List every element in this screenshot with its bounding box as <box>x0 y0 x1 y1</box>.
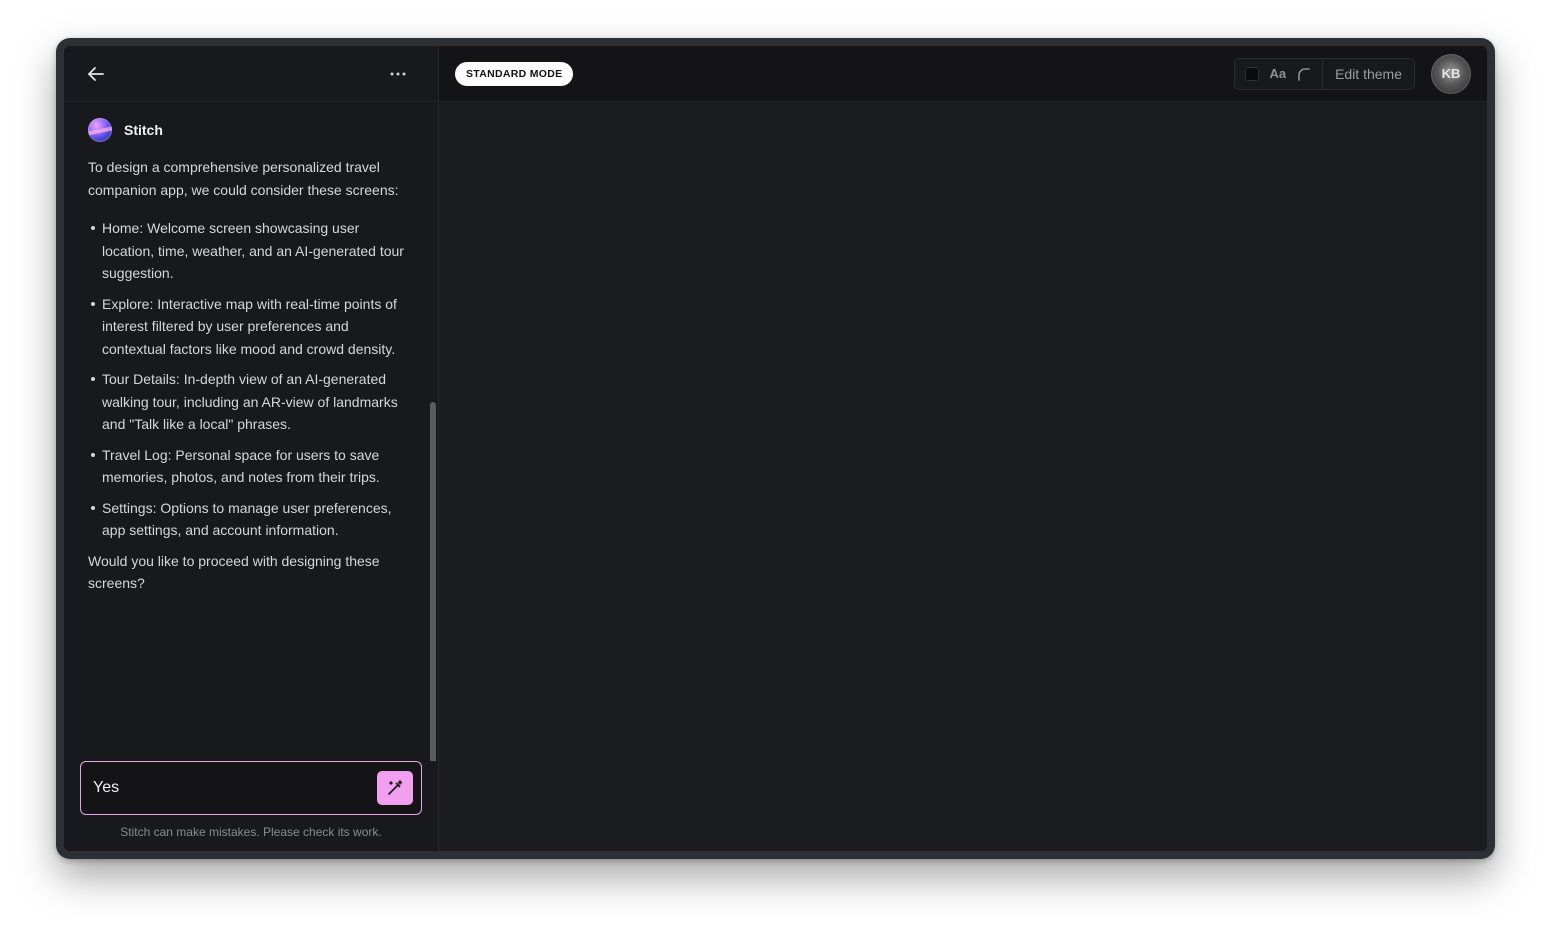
chat-messages[interactable]: Stitch To design a comprehensive persona… <box>64 102 438 761</box>
screen-list: Home: Welcome screen showcasing user loc… <box>88 217 408 542</box>
topbar-right: Aa Edit theme KB <box>1234 53 1471 94</box>
font-label: Aa <box>1269 66 1287 81</box>
sender-name: Stitch <box>124 122 163 138</box>
list-item: Home: Welcome screen showcasing user loc… <box>88 217 408 285</box>
message-outro: Would you like to proceed with designing… <box>88 552 380 592</box>
composer-area: Stitch can make mistakes. Please check i… <box>64 761 438 851</box>
prompt-input[interactable] <box>93 779 353 797</box>
disclaimer-text: Stitch can make mistakes. Please check i… <box>120 825 382 839</box>
list-item: Travel Log: Personal space for users to … <box>88 444 408 489</box>
top-bar: STANDARD MODE Aa Edit theme KB <box>439 46 1487 102</box>
message-intro: To design a comprehensive personalized t… <box>88 159 399 198</box>
mode-badge[interactable]: STANDARD MODE <box>455 61 574 86</box>
send-button[interactable] <box>377 771 413 805</box>
edit-theme-button[interactable]: Edit theme <box>1323 66 1414 82</box>
list-item: Tour Details: In-depth view of an AI-gen… <box>88 368 408 436</box>
sidebar-header <box>64 46 438 102</box>
more-options-button[interactable] <box>384 60 412 88</box>
app-window: Stitch To design a comprehensive persona… <box>56 38 1495 859</box>
chat-sidebar: Stitch To design a comprehensive persona… <box>64 46 439 851</box>
design-canvas[interactable] <box>439 102 1487 851</box>
color-swatch-icon <box>1245 66 1260 81</box>
more-horizontal-icon <box>390 72 406 75</box>
back-button[interactable] <box>82 60 110 88</box>
chat-scrollbar[interactable] <box>430 402 436 761</box>
composer <box>80 761 422 815</box>
main-panel: STANDARD MODE Aa Edit theme KB <box>439 46 1487 851</box>
list-item: Settings: Options to manage user prefere… <box>88 497 408 542</box>
message-sender: Stitch <box>88 118 408 142</box>
theme-preview[interactable]: Aa <box>1235 58 1324 89</box>
stitch-avatar-icon <box>88 118 112 142</box>
magic-wand-icon <box>388 780 403 795</box>
arrow-left-icon <box>88 66 104 81</box>
app-container: Stitch To design a comprehensive persona… <box>64 46 1487 851</box>
corner-radius-icon <box>1298 67 1310 81</box>
theme-controls: Aa Edit theme <box>1234 57 1415 90</box>
avatar[interactable]: KB <box>1431 53 1471 94</box>
list-item: Explore: Interactive map with real-time … <box>88 293 408 361</box>
